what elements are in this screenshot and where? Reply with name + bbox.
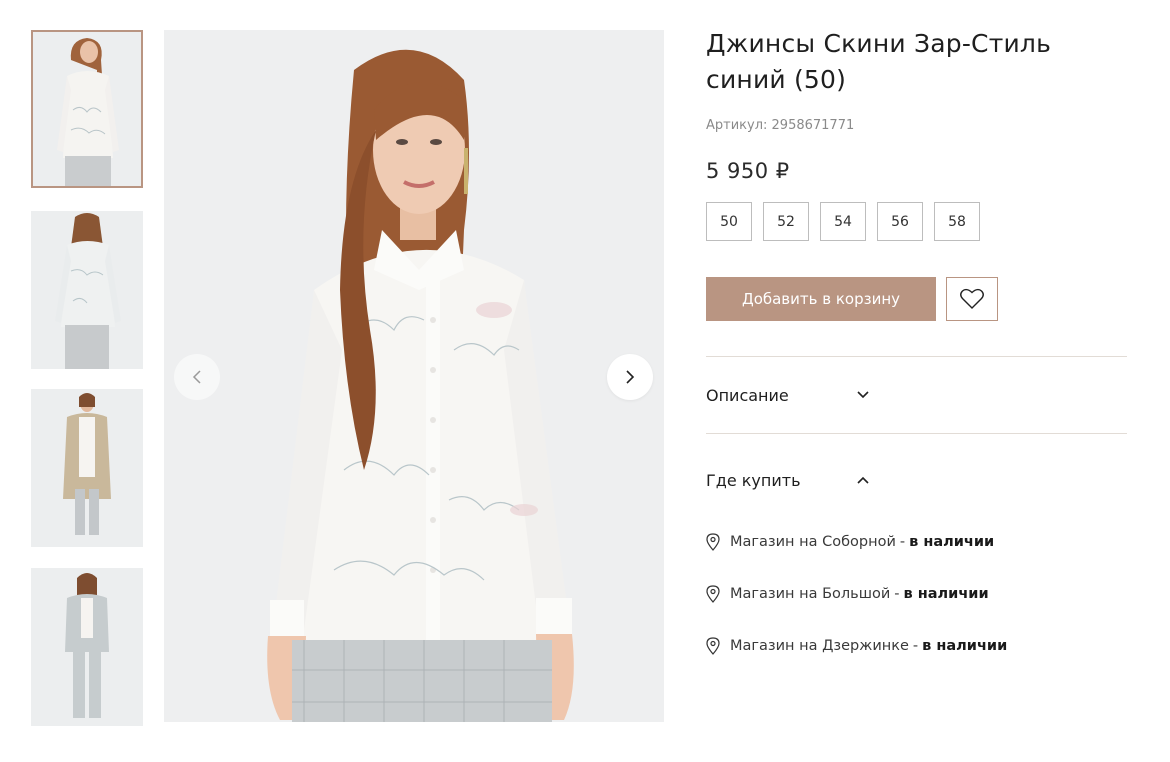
store-item: Магазин на Дзержинке - в наличии — [706, 620, 1127, 672]
size-selector: 50 52 54 56 58 — [706, 202, 1127, 241]
store-name: Магазин на Соборной — [730, 534, 896, 550]
thumbnail-1[interactable] — [31, 30, 143, 188]
heart-icon — [960, 288, 984, 309]
store-item: Магазин на Соборной - в наличии — [706, 516, 1127, 568]
prev-photo-button[interactable] — [174, 354, 220, 400]
favorite-button[interactable] — [946, 277, 998, 321]
location-pin-icon — [706, 533, 720, 551]
thumbnail-image-front — [31, 30, 143, 188]
size-option-52[interactable]: 52 — [763, 202, 809, 241]
thumbnail-image-suit — [31, 568, 143, 726]
size-option-50[interactable]: 50 — [706, 202, 752, 241]
store-separator: - — [912, 638, 919, 654]
accordion-where-to-buy-label: Где купить — [706, 470, 801, 490]
accordion-description-label: Описание — [706, 385, 789, 405]
store-name: Магазин на Большой — [730, 586, 891, 602]
add-to-cart-button[interactable]: Добавить в корзину — [706, 277, 936, 321]
chevron-right-icon — [626, 370, 635, 384]
location-pin-icon — [706, 585, 720, 603]
product-sku: Артикул: 2958671771 — [706, 118, 855, 133]
store-list: Магазин на Соборной - в наличии Магазин … — [706, 516, 1127, 672]
product-info: Джинсы Скини Зар-Стиль синий (50) Артику… — [706, 26, 1127, 672]
thumbnail-4[interactable] — [31, 568, 143, 726]
chevron-down-icon — [857, 391, 869, 399]
size-option-56[interactable]: 56 — [877, 202, 923, 241]
product-title: Джинсы Скини Зар-Стиль синий (50) — [706, 29, 1052, 94]
next-photo-button[interactable] — [607, 354, 653, 400]
store-separator: - — [894, 586, 900, 602]
size-option-54[interactable]: 54 — [820, 202, 866, 241]
location-pin-icon — [706, 637, 720, 655]
thumbnail-3[interactable] — [31, 389, 143, 547]
chevron-left-icon — [192, 370, 201, 384]
product-image — [164, 30, 664, 722]
store-availability: в наличии — [922, 638, 1008, 654]
store-availability: в наличии — [909, 534, 995, 550]
thumbnail-2[interactable] — [31, 211, 143, 369]
main-product-photo — [164, 30, 664, 722]
accordion-description[interactable]: Описание — [706, 357, 1127, 433]
thumbnail-image-back — [31, 211, 143, 369]
size-option-58[interactable]: 58 — [934, 202, 980, 241]
store-name: Магазин на Дзержинке — [730, 638, 909, 654]
store-item: Магазин на Большой - в наличии — [706, 568, 1127, 620]
accordion-where-to-buy[interactable]: Где купить — [706, 434, 1127, 526]
product-price: 5 950 ₽ — [706, 159, 790, 183]
store-availability: в наличии — [903, 586, 989, 602]
store-separator: - — [899, 534, 906, 550]
chevron-up-icon — [857, 476, 869, 484]
thumbnail-image-coat — [31, 389, 143, 547]
purchase-actions: Добавить в корзину — [706, 277, 1127, 321]
